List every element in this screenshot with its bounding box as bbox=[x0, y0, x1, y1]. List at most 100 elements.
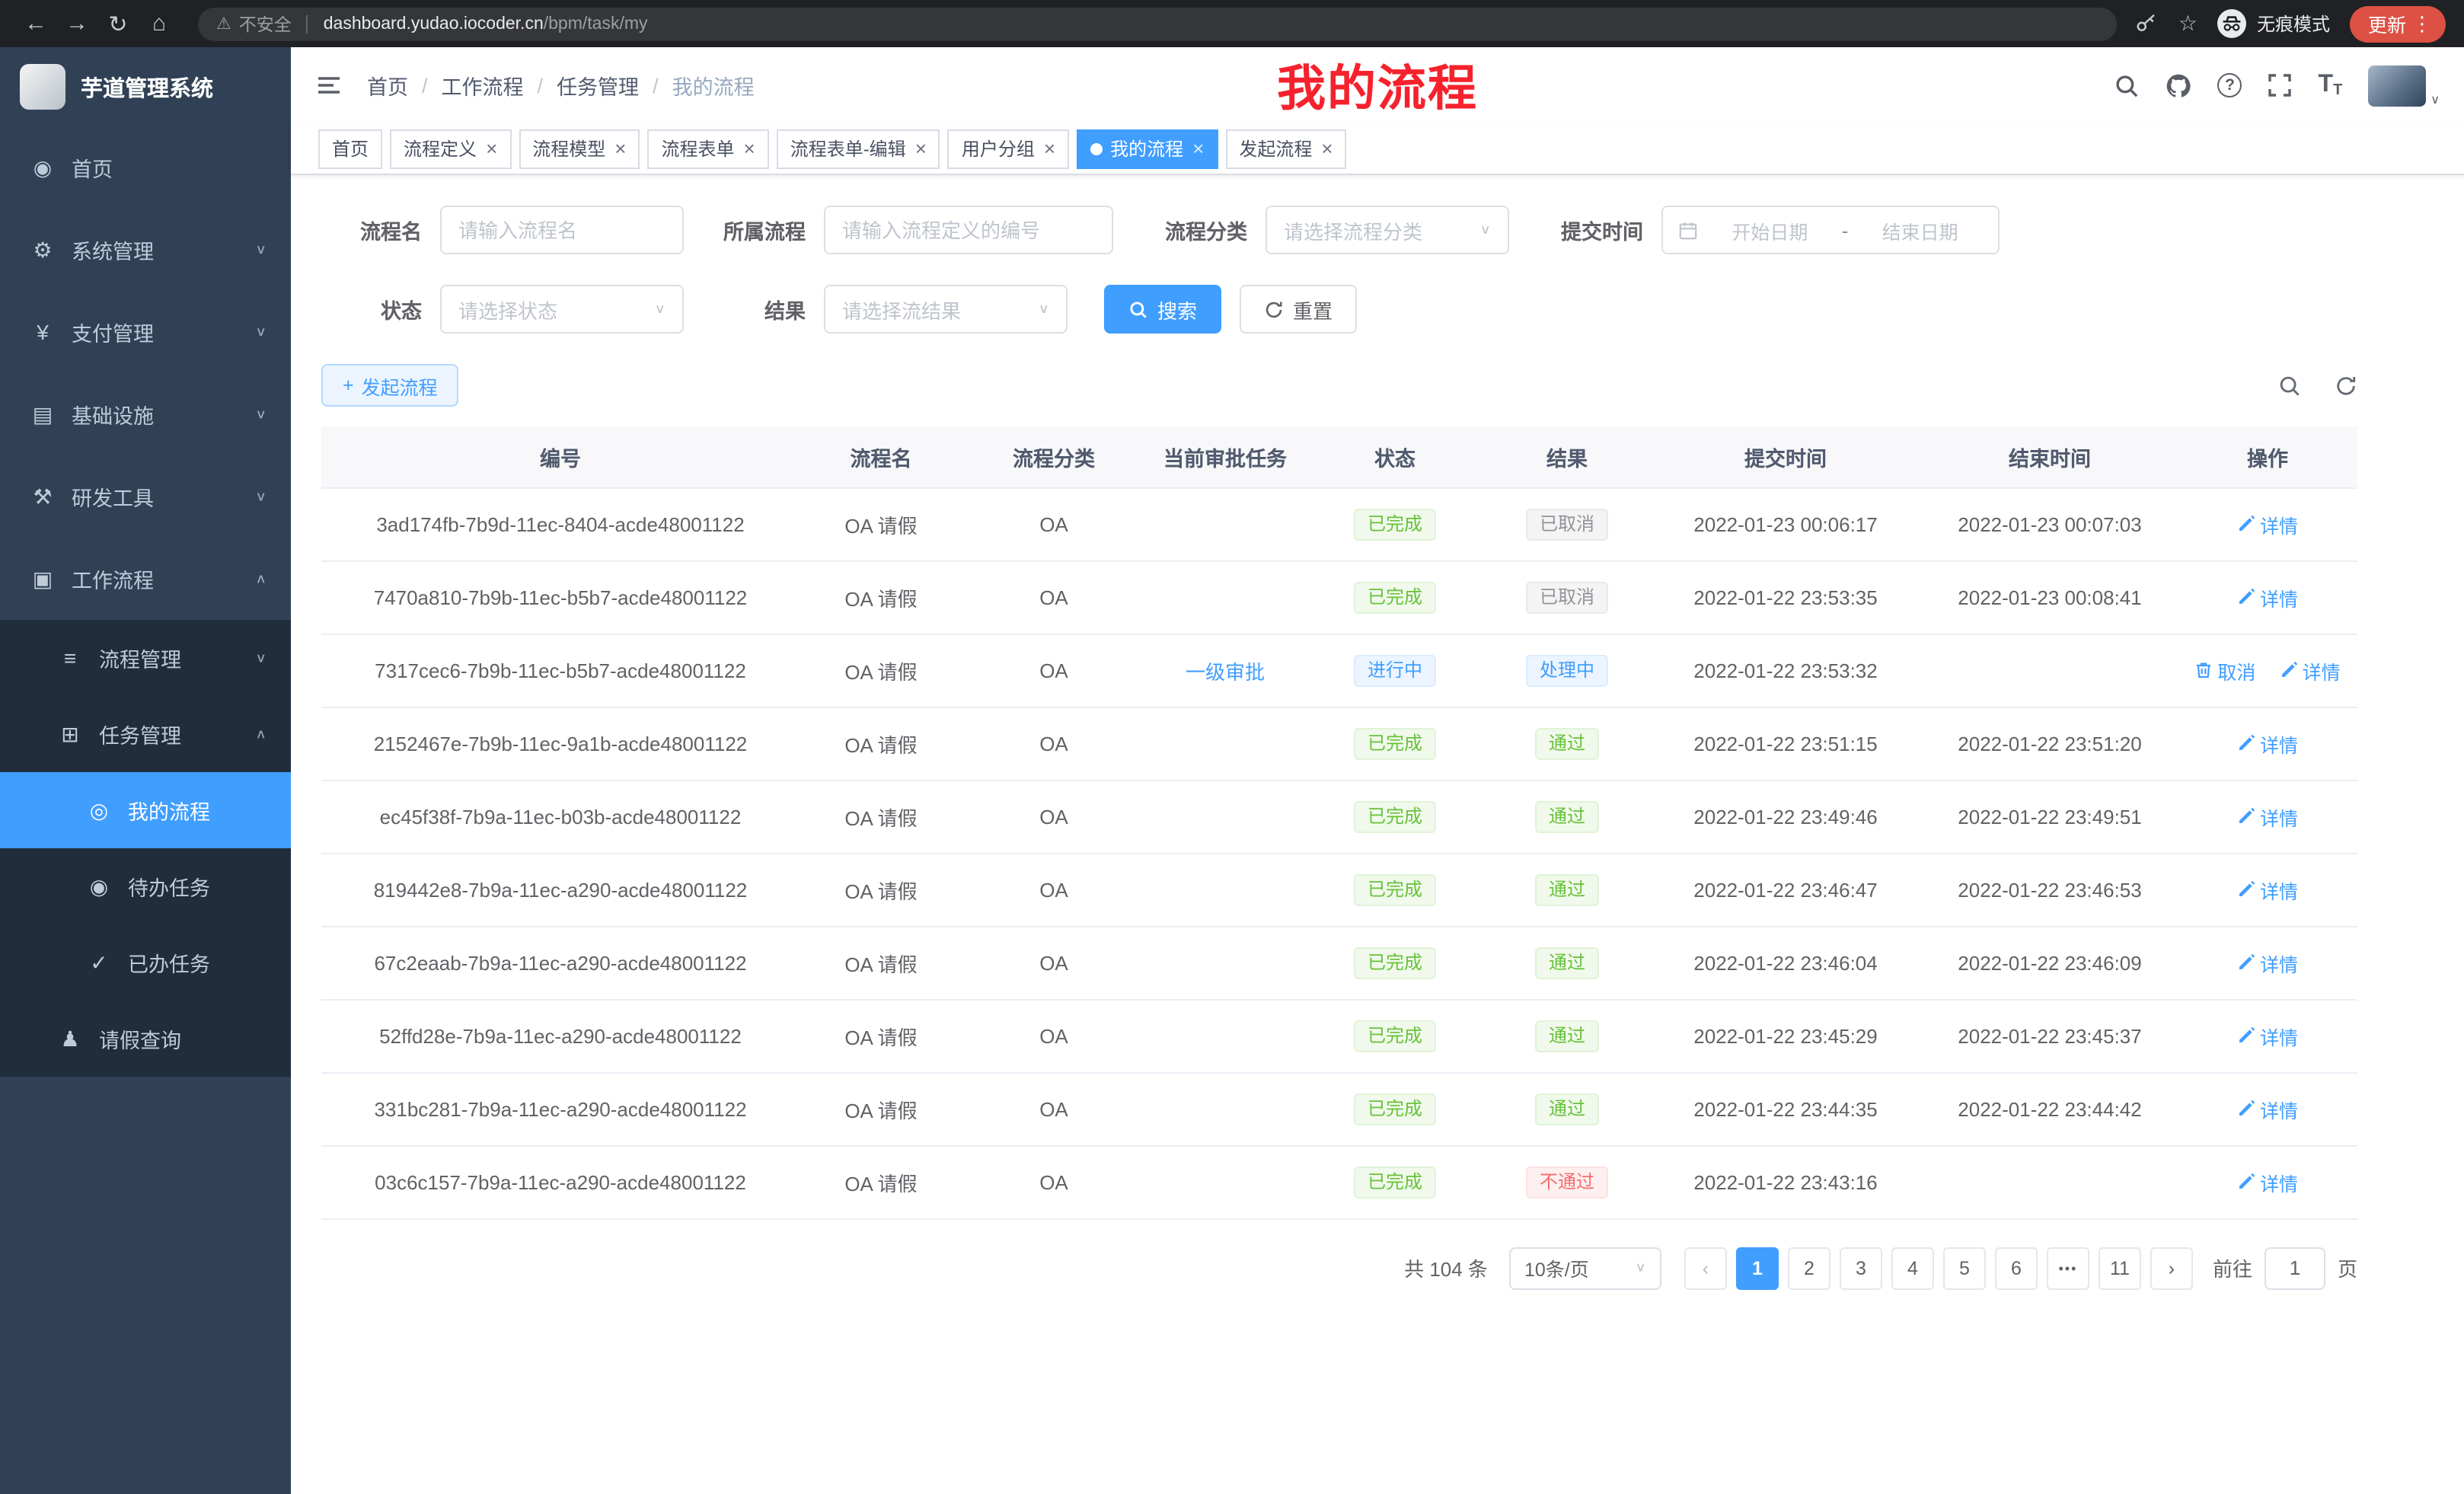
sidebar-menu-item[interactable]: ≡ 流程管理 ∨ bbox=[0, 620, 291, 696]
update-button[interactable]: 更新 ⋮ bbox=[2350, 5, 2446, 42]
password-key-icon[interactable] bbox=[2136, 12, 2159, 35]
github-icon[interactable] bbox=[2166, 72, 2192, 98]
result-label: 结果 bbox=[720, 294, 806, 324]
sidebar-menu-item[interactable]: ♟ 请假查询 bbox=[0, 1001, 291, 1077]
sidebar-menu-item[interactable]: ▣ 工作流程 ∧ bbox=[0, 538, 291, 620]
goto-page-input[interactable] bbox=[2265, 1247, 2325, 1289]
status-select[interactable]: 请选择状态 ∨ bbox=[440, 285, 684, 334]
reset-button[interactable]: 重置 bbox=[1240, 285, 1357, 334]
security-label[interactable]: 不安全 bbox=[239, 11, 292, 36]
breadcrumb-label[interactable]: 我的流程 bbox=[672, 70, 755, 101]
fullscreen-icon[interactable] bbox=[2268, 73, 2293, 97]
tab[interactable]: 用户分组 × bbox=[948, 129, 1069, 168]
url-divider bbox=[307, 14, 308, 33]
detail-link[interactable]: 详情 bbox=[2280, 656, 2341, 685]
page-button[interactable]: 5 bbox=[1943, 1247, 1986, 1289]
create-process-button[interactable]: + 发起流程 bbox=[321, 364, 459, 407]
search-button[interactable]: 搜索 bbox=[1104, 285, 1221, 334]
detail-link[interactable]: 详情 bbox=[2237, 729, 2298, 758]
next-page-button[interactable]: › bbox=[2150, 1247, 2193, 1289]
tab[interactable]: 流程表单 × bbox=[647, 129, 768, 168]
table-search-icon[interactable] bbox=[2278, 374, 2301, 397]
process-name-input[interactable] bbox=[440, 206, 684, 254]
row-process-name: OA 请假 bbox=[800, 780, 962, 853]
process-def-input[interactable] bbox=[824, 206, 1113, 254]
table-row: ec45f38f-7b9a-11ec-b03b-acde48001122 OA … bbox=[321, 780, 2357, 853]
avatar[interactable] bbox=[2368, 65, 2426, 106]
breadcrumb-label[interactable]: 首页 bbox=[367, 70, 408, 101]
page-button[interactable]: 1 bbox=[1736, 1247, 1779, 1289]
breadcrumb-separator: / bbox=[422, 74, 428, 97]
sidebar-menu-item[interactable]: ◉ 待办任务 bbox=[0, 848, 291, 924]
tab-close-icon[interactable]: × bbox=[486, 139, 497, 158]
result-badge: 处理中 bbox=[1526, 654, 1608, 686]
tab-close-icon[interactable]: × bbox=[1192, 139, 1204, 158]
current-task-link[interactable]: 一级审批 bbox=[1186, 660, 1265, 683]
detail-link[interactable]: 详情 bbox=[2237, 1021, 2298, 1050]
tab-close-icon[interactable]: × bbox=[1044, 139, 1055, 158]
category-select[interactable]: 请选择流程分类 ∨ bbox=[1266, 206, 1509, 254]
status-badge: 已完成 bbox=[1354, 1166, 1436, 1198]
tab[interactable]: 首页 bbox=[318, 129, 382, 168]
sidebar-menu-item[interactable]: ⚙ 系统管理 ∨ bbox=[0, 209, 291, 291]
tab-close-icon[interactable]: × bbox=[614, 139, 626, 158]
sidebar-menu-item[interactable]: ⚒ 研发工具 ∨ bbox=[0, 455, 291, 538]
plus-icon: + bbox=[343, 375, 354, 396]
text-size-icon[interactable]: TT bbox=[2319, 72, 2343, 99]
detail-link[interactable]: 详情 bbox=[2237, 509, 2298, 538]
detail-link[interactable]: 详情 bbox=[2237, 1094, 2298, 1123]
home-icon[interactable]: ⌂ bbox=[139, 11, 180, 37]
tab[interactable]: 我的流程 × bbox=[1077, 129, 1218, 168]
detail-link[interactable]: 详情 bbox=[2237, 583, 2298, 611]
hamburger-icon[interactable] bbox=[315, 72, 343, 99]
sidebar-menu-item[interactable]: ◉ 首页 bbox=[0, 126, 291, 209]
result-badge: 通过 bbox=[1535, 800, 1599, 832]
forward-icon[interactable]: → bbox=[56, 11, 97, 37]
page-button[interactable]: 11 bbox=[2099, 1247, 2141, 1289]
page-button[interactable]: 6 bbox=[1995, 1247, 2038, 1289]
tab[interactable]: 发起流程 × bbox=[1225, 129, 1346, 168]
tab[interactable]: 流程定义 × bbox=[390, 129, 511, 168]
user-menu[interactable]: ∨ bbox=[2368, 65, 2440, 106]
browser-menu-icon[interactable]: ⋮ bbox=[2406, 11, 2438, 36]
url-bar[interactable]: ⚠ 不安全 dashboard.yudao.iocoder.cn/bpm/tas… bbox=[198, 7, 2118, 40]
row-category: OA bbox=[962, 853, 1145, 926]
page-button[interactable]: 4 bbox=[1891, 1247, 1934, 1289]
detail-link[interactable]: 详情 bbox=[2237, 1167, 2298, 1196]
browser-chrome: ← → ↻ ⌂ ⚠ 不安全 dashboard.yudao.iocoder.cn… bbox=[0, 0, 2464, 47]
sidebar-menu-item[interactable]: ◎ 我的流程 bbox=[0, 772, 291, 848]
page-button[interactable]: 2 bbox=[1788, 1247, 1830, 1289]
cancel-link[interactable]: 取消 bbox=[2194, 656, 2255, 685]
breadcrumb-label[interactable]: 工作流程 bbox=[442, 70, 524, 101]
breadcrumb-separator: / bbox=[653, 74, 659, 97]
app-logo[interactable]: 芋道管理系统 bbox=[0, 47, 291, 126]
table-refresh-icon[interactable] bbox=[2335, 374, 2357, 397]
tab[interactable]: 流程表单-编辑 × bbox=[777, 129, 940, 168]
back-icon[interactable]: ← bbox=[15, 11, 56, 37]
sidebar-menu-item[interactable]: ⊞ 任务管理 ∧ bbox=[0, 696, 291, 772]
date-range-input[interactable]: 开始日期 - 结束日期 bbox=[1661, 206, 2000, 254]
breadcrumb-label[interactable]: 任务管理 bbox=[557, 70, 639, 101]
sidebar-menu-item[interactable]: ✓ 已办任务 bbox=[0, 924, 291, 1001]
detail-link[interactable]: 详情 bbox=[2237, 802, 2298, 831]
result-select[interactable]: 请选择流结果 ∨ bbox=[824, 285, 1068, 334]
bookmark-star-icon[interactable]: ☆ bbox=[2178, 11, 2197, 37]
top-navbar: 首页 / 工作流程 / 任务管理 / bbox=[291, 47, 2464, 123]
detail-link[interactable]: 详情 bbox=[2237, 948, 2298, 977]
page-button[interactable]: 3 bbox=[1840, 1247, 1882, 1289]
tab-close-icon[interactable]: × bbox=[744, 139, 755, 158]
sidebar-menu-item[interactable]: ▤ 基础设施 ∨ bbox=[0, 373, 291, 455]
page-button[interactable]: ••• bbox=[2047, 1247, 2089, 1289]
detail-link[interactable]: 详情 bbox=[2237, 875, 2298, 904]
sidebar-menu-item[interactable]: ¥ 支付管理 ∨ bbox=[0, 291, 291, 373]
tab[interactable]: 流程模型 × bbox=[519, 129, 640, 168]
help-icon[interactable]: ? bbox=[2218, 73, 2242, 97]
tab-close-icon[interactable]: × bbox=[915, 139, 927, 158]
reload-icon[interactable]: ↻ bbox=[97, 10, 139, 37]
page-size-select[interactable]: 10条/页 ∨ bbox=[1509, 1247, 1661, 1289]
menu-item-label: 研发工具 bbox=[72, 481, 255, 512]
search-icon[interactable] bbox=[2115, 72, 2140, 98]
tab-close-icon[interactable]: × bbox=[1321, 139, 1333, 158]
status-badge: 进行中 bbox=[1354, 654, 1436, 686]
prev-page-button[interactable]: ‹ bbox=[1684, 1247, 1727, 1289]
